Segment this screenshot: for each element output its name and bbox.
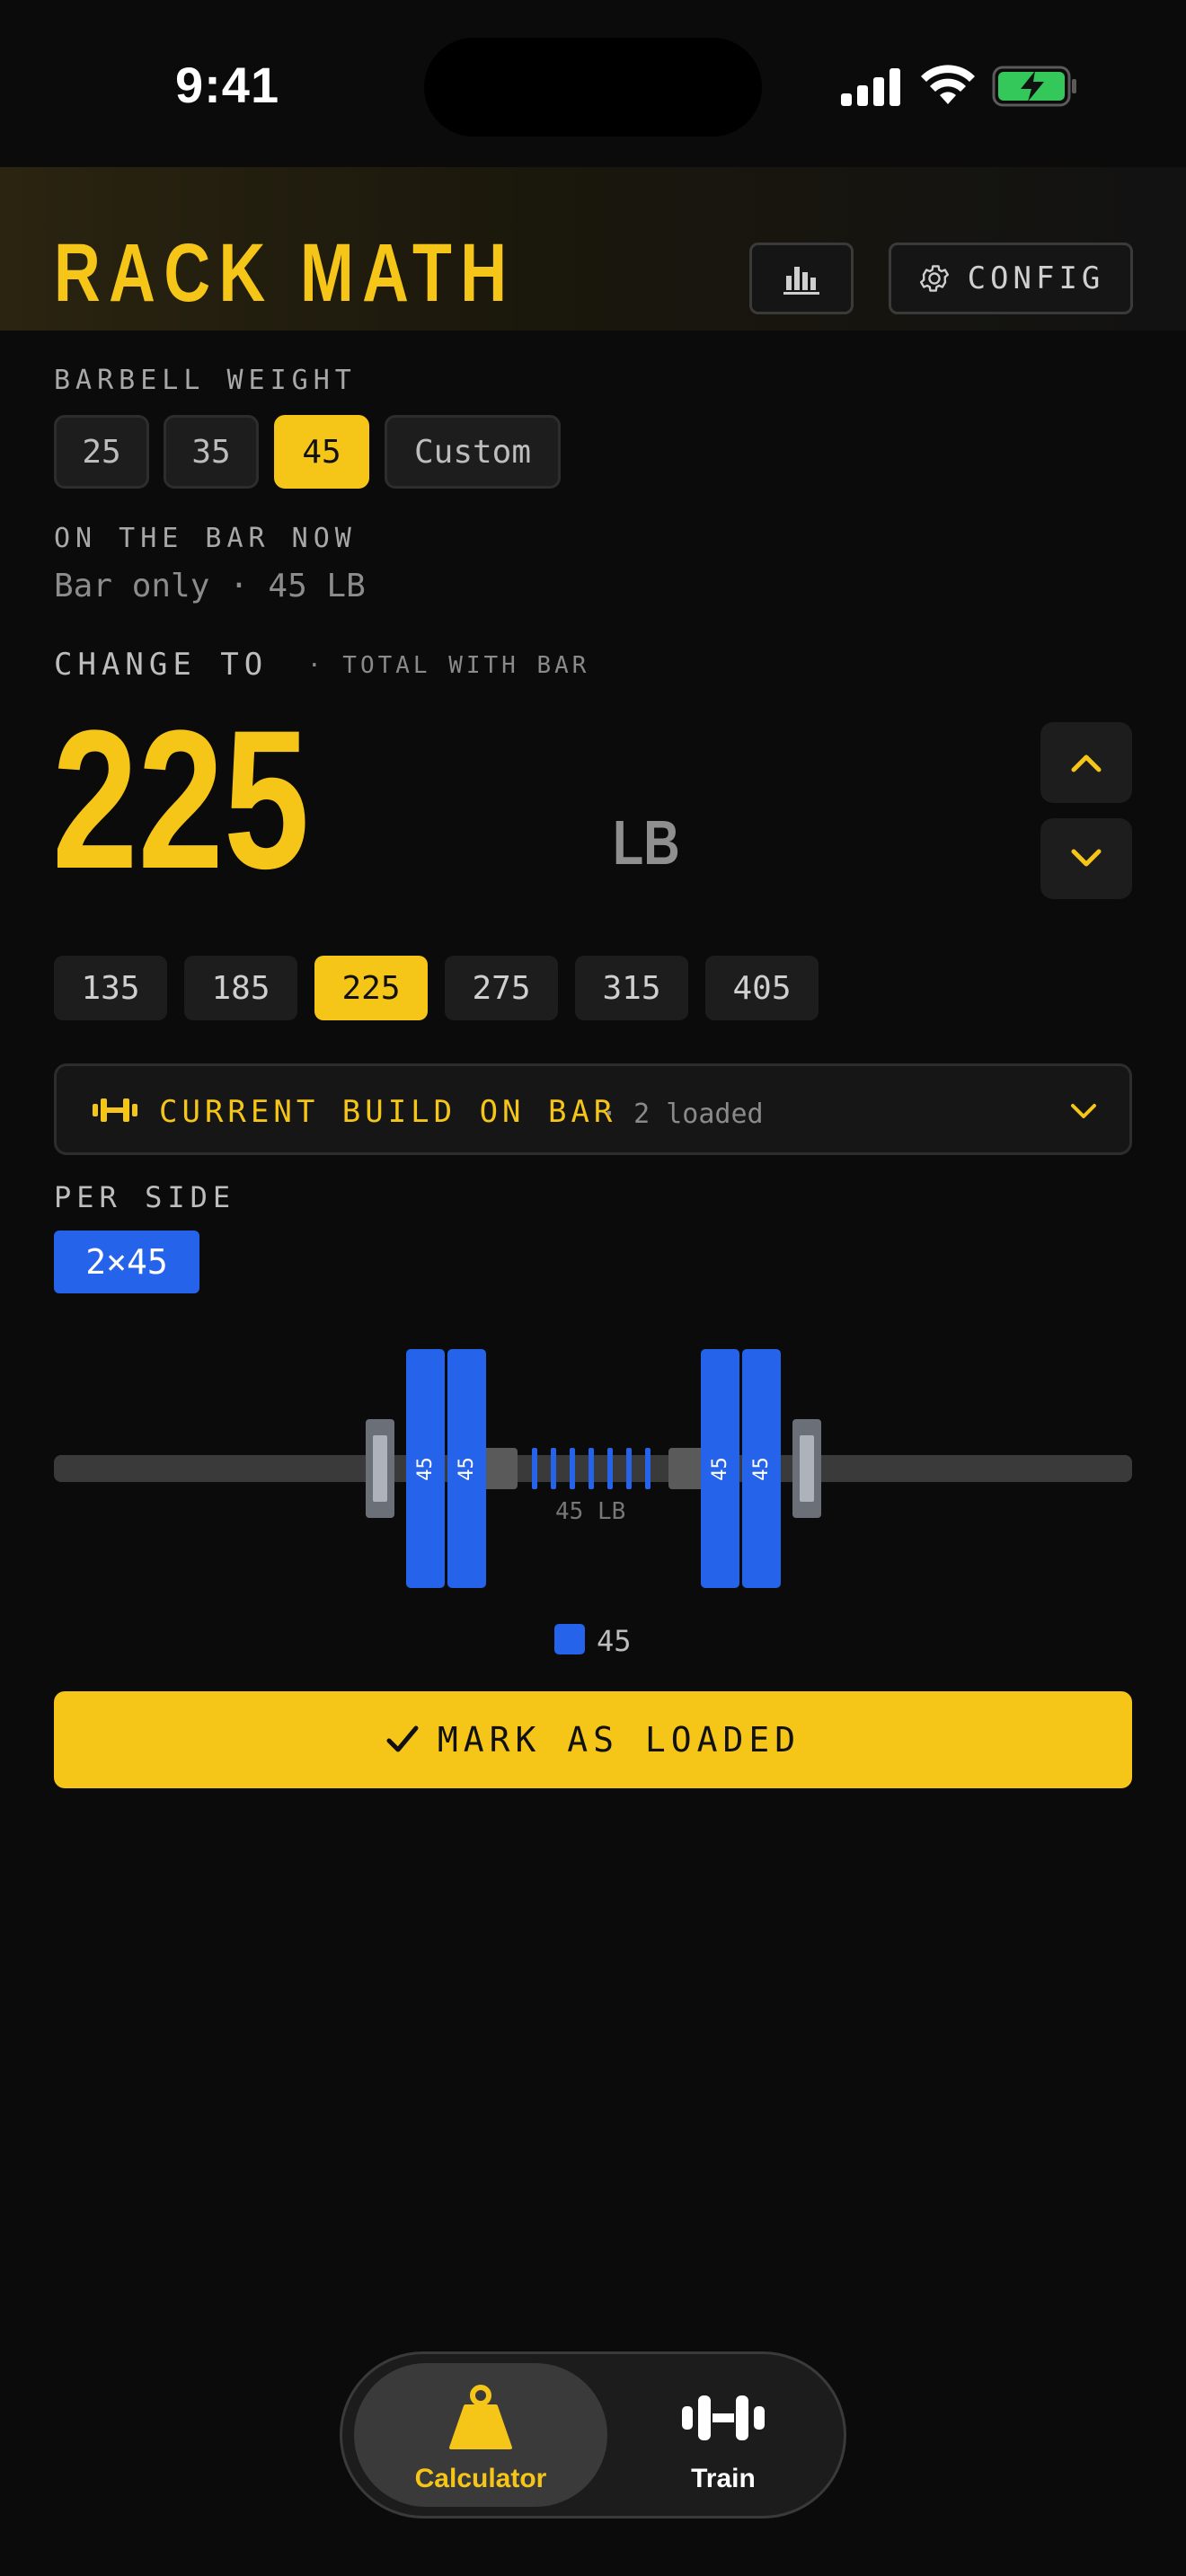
collar-right (792, 1419, 821, 1518)
knurl-mark (607, 1448, 613, 1489)
preset-225[interactable]: 225 (314, 956, 428, 1020)
knurl-mark (645, 1448, 651, 1489)
change-to-sublabel: · TOTAL WITH BAR (307, 652, 590, 679)
tab-calculator-label: Calculator (414, 2464, 547, 2493)
plate-label: 45 (456, 1456, 478, 1481)
decrement-button[interactable] (1040, 818, 1132, 899)
inner-sleeve-right (668, 1448, 704, 1489)
gear-icon (919, 265, 949, 292)
plate-left-inner: 45 (447, 1349, 486, 1588)
cellular-signal-icon (841, 68, 902, 110)
change-to-label: CHANGE TO (54, 647, 269, 683)
on-bar-value: Bar only · 45 LB (54, 568, 366, 604)
legend-swatch (554, 1624, 585, 1654)
collar-left (366, 1419, 394, 1518)
per-side-chip: 2×45 (54, 1231, 199, 1293)
dumbbell-icon (93, 1098, 137, 1122)
per-side-label: PER SIDE (54, 1180, 236, 1214)
chevron-up-icon (1071, 754, 1102, 772)
wifi-icon (920, 65, 976, 110)
current-build-title: CURRENT BUILD ON BAR (159, 1094, 617, 1130)
tab-train-label: Train (691, 2464, 756, 2493)
current-build-toggle[interactable]: CURRENT BUILD ON BAR · 2 loaded (54, 1063, 1132, 1155)
inner-sleeve-left (482, 1448, 518, 1489)
battery-charging-icon (992, 66, 1078, 110)
status-time: 9:41 (175, 57, 280, 113)
knurl-mark (589, 1448, 594, 1489)
dynamic-island (424, 38, 762, 137)
mark-as-loaded-button[interactable]: MARK AS LOADED (54, 1691, 1132, 1788)
barbell-weight-label: BARBELL WEIGHT (54, 365, 357, 396)
barbell-option-custom[interactable]: Custom (385, 415, 561, 489)
plate-right-outer: 45 (742, 1349, 781, 1588)
legend-label: 45 (597, 1624, 632, 1658)
tab-bar: Calculator Train (340, 2351, 846, 2519)
plate-left-outer: 45 (406, 1349, 445, 1588)
stats-button[interactable] (749, 243, 854, 314)
kettlebell-icon (449, 2385, 512, 2449)
bar-weight-label: 45 LB (555, 1498, 626, 1525)
mark-as-loaded-label: MARK AS LOADED (437, 1720, 801, 1760)
preset-185[interactable]: 185 (184, 956, 297, 1020)
plate-label: 45 (709, 1456, 731, 1481)
on-bar-label: ON THE BAR NOW (54, 523, 357, 554)
knurl-mark (626, 1448, 632, 1489)
chevron-down-icon (1071, 849, 1102, 867)
config-label: CONFIG (967, 260, 1105, 296)
preset-135[interactable]: 135 (54, 956, 167, 1020)
plate-right-inner: 45 (701, 1349, 739, 1588)
bar-chart-icon (783, 267, 819, 295)
tab-calculator[interactable]: Calculator (354, 2363, 607, 2507)
plate-label: 45 (414, 1456, 437, 1481)
barbell-option-35[interactable]: 35 (164, 415, 259, 489)
preset-405[interactable]: 405 (705, 956, 819, 1020)
preset-315[interactable]: 315 (575, 956, 688, 1020)
tab-train[interactable]: Train (610, 2363, 836, 2507)
preset-275[interactable]: 275 (445, 956, 558, 1020)
dumbbell-icon (682, 2395, 765, 2440)
config-button[interactable]: CONFIG (889, 243, 1133, 314)
plate-label: 45 (750, 1456, 773, 1481)
app-title: RACK MATH (54, 227, 516, 319)
chevron-down-icon (1071, 1104, 1096, 1118)
checkmark-icon (386, 1725, 419, 1752)
current-build-count: · 2 loaded (601, 1098, 764, 1130)
barbell-option-25[interactable]: 25 (54, 415, 149, 489)
knurl-mark (532, 1448, 537, 1489)
target-weight-value[interactable]: 225 (52, 701, 309, 898)
knurl-mark (570, 1448, 575, 1489)
target-weight-unit: LB (613, 807, 680, 878)
increment-button[interactable] (1040, 722, 1132, 803)
barbell-option-45[interactable]: 45 (274, 415, 369, 489)
knurl-mark (551, 1448, 556, 1489)
